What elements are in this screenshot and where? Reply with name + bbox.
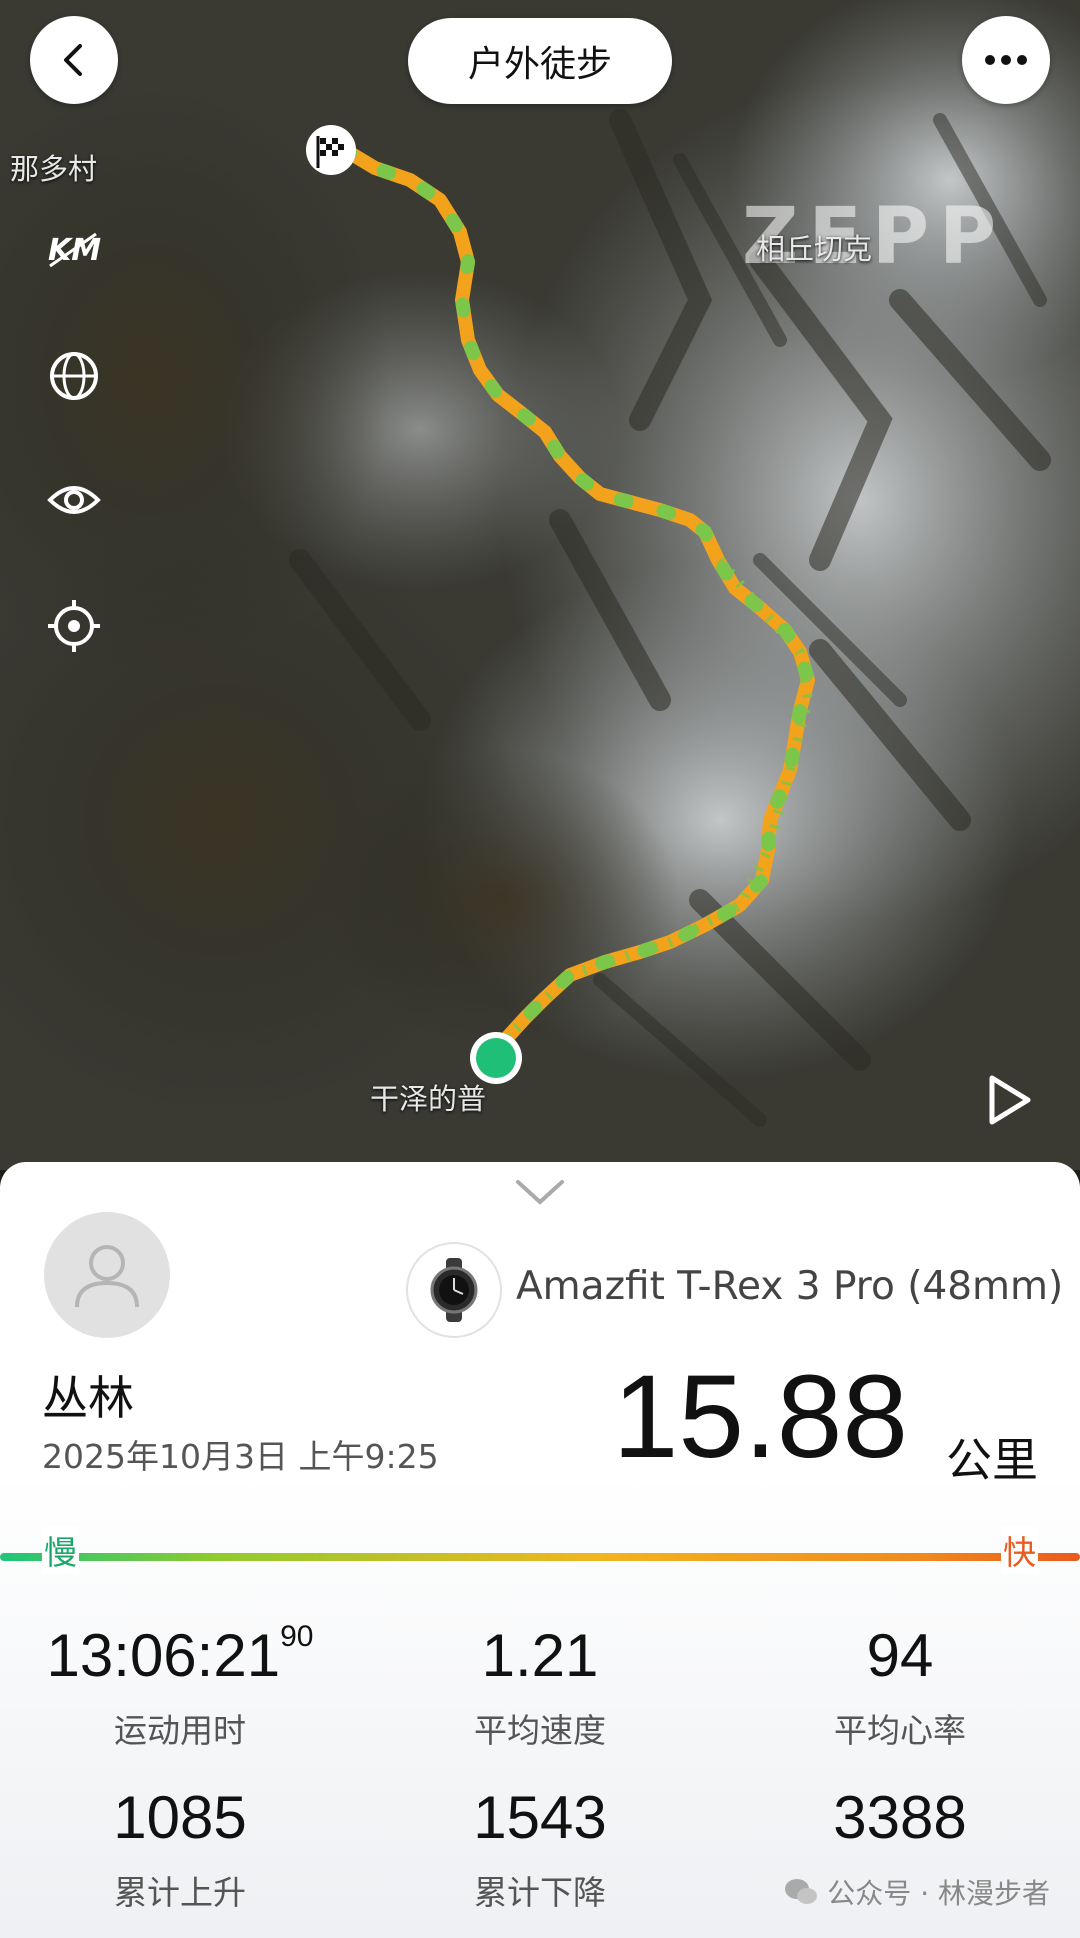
chevron-left-icon: [64, 44, 82, 76]
activity-summary-panel: Amazfit T-Rex 3 Pro (48mm) 丛林 2025年10月3日…: [0, 1162, 1080, 1938]
stat-value-fraction: 90: [280, 1620, 314, 1653]
publisher-watermark: 公众号 · 林漫步者: [783, 1872, 1050, 1912]
back-button[interactable]: [30, 16, 118, 104]
pace-gradient-bar: [0, 1553, 1080, 1561]
place-label-top-left: 那多村: [10, 152, 98, 186]
place-label-right: 相丘切克: [756, 232, 873, 266]
stat-label: 平均心率: [834, 1711, 966, 1750]
map-view[interactable]: 户外徒步 那多村 ZEPP 相丘切克 干泽的普 KM: [0, 0, 1080, 1170]
eye-icon[interactable]: [46, 472, 102, 528]
km-marker-icon[interactable]: KM: [46, 220, 102, 276]
watch-icon: [406, 1242, 502, 1338]
stat-label: 累计下降: [474, 1873, 606, 1912]
stat-avg-speed: 1.21 平均速度: [360, 1626, 720, 1752]
stat-avg-heart-rate: 94 平均心率: [720, 1626, 1080, 1752]
device-name: Amazfit T-Rex 3 Pro (48mm): [516, 1264, 1064, 1309]
pace-slow-label: 慢: [42, 1526, 79, 1574]
user-name: 丛林: [42, 1371, 134, 1425]
stat-total-descent: 1543 累计下降: [360, 1788, 720, 1914]
stat-value: 1543: [473, 1784, 607, 1851]
more-button[interactable]: [962, 16, 1050, 104]
activity-date: 2025年10月3日 上午9:25: [42, 1437, 439, 1476]
activity-type-button[interactable]: 户外徒步: [408, 18, 672, 104]
stat-value: 94: [866, 1622, 934, 1689]
stat-value: 13:06:21: [46, 1622, 281, 1689]
stat-value: 1.21: [481, 1622, 599, 1689]
user-icon: [75, 1245, 139, 1308]
place-label-start: 干泽的普: [370, 1082, 487, 1116]
play-icon[interactable]: [984, 1074, 1034, 1126]
chevron-down-icon[interactable]: [514, 1176, 566, 1206]
locate-icon[interactable]: [46, 598, 102, 654]
avatar[interactable]: [44, 1212, 170, 1338]
watermark-text: 公众号 · 林漫步者: [827, 1877, 1050, 1910]
pace-fast-label: 快: [1001, 1526, 1038, 1574]
stat-label: 运动用时: [114, 1711, 246, 1750]
distance-value: 15.88: [612, 1351, 908, 1483]
stat-total-ascent: 1085 累计上升: [0, 1788, 360, 1914]
stat-value: 1085: [113, 1784, 247, 1851]
wechat-icon: [785, 1879, 818, 1904]
stat-label: 累计上升: [114, 1873, 246, 1912]
satellite-terrain: [0, 0, 1080, 1170]
stat-duration: 13:06:2190 运动用时: [0, 1622, 360, 1752]
more-dots-icon: [985, 55, 1027, 65]
stat-value: 3388: [833, 1784, 967, 1851]
globe-icon[interactable]: [46, 348, 102, 404]
finish-flag-icon: [306, 125, 356, 175]
activity-type-label: 户外徒步: [467, 44, 612, 85]
distance-unit: 公里: [946, 1433, 1038, 1487]
stat-label: 平均速度: [474, 1711, 606, 1750]
